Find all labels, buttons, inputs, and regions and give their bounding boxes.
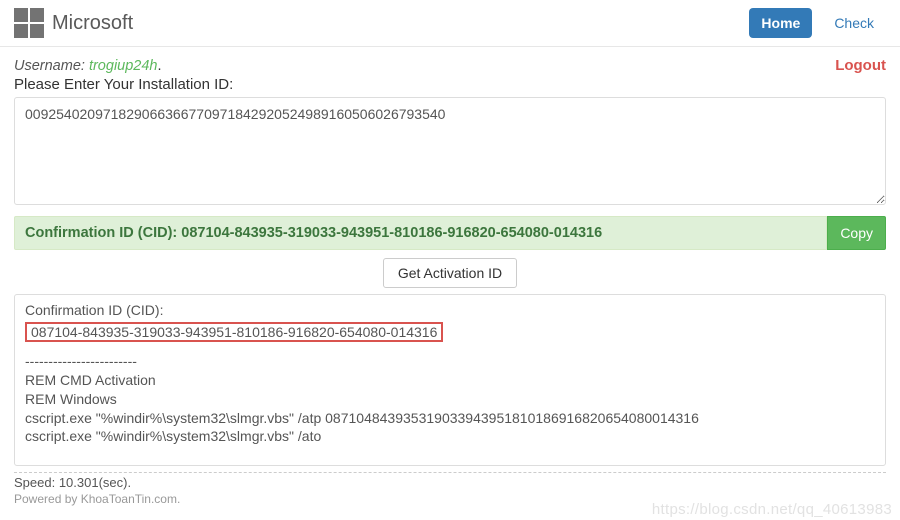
logout-link[interactable]: Logout	[835, 57, 886, 74]
speed-line: Speed: 10.301(sec).	[14, 472, 886, 490]
username-label: Username:	[14, 58, 89, 74]
cid-label: Confirmation ID (CID):	[25, 225, 181, 241]
user-row: Username: trogiup24h. Logout	[14, 57, 886, 74]
result-cid-label: Confirmation ID (CID):	[25, 301, 875, 320]
result-cmd2: cscript.exe "%windir%\system32\slmgr.vbs…	[25, 427, 875, 446]
brand: Microsoft	[14, 8, 133, 38]
nav-check-link[interactable]: Check	[822, 8, 886, 38]
username-display: Username: trogiup24h.	[14, 58, 162, 74]
iid-prompt: Please Enter Your Installation ID:	[14, 76, 886, 93]
result-cmd1: cscript.exe "%windir%\system32\slmgr.vbs…	[25, 409, 875, 428]
confirmation-id-message: Confirmation ID (CID): 087104-843935-319…	[14, 216, 827, 250]
main-container: Username: trogiup24h. Logout Please Ente…	[0, 47, 900, 512]
copy-button[interactable]: Copy	[827, 216, 886, 250]
result-output[interactable]: Confirmation ID (CID): 087104-843935-319…	[14, 294, 886, 466]
brand-name: Microsoft	[52, 12, 133, 35]
confirmation-id-bar: Confirmation ID (CID): 087104-843935-319…	[14, 216, 886, 250]
nav-home-button[interactable]: Home	[749, 8, 812, 38]
username-value: trogiup24h	[89, 58, 158, 74]
powered-by: Powered by KhoaToanTin.com.	[14, 492, 886, 506]
get-activation-row: Get Activation ID	[14, 258, 886, 288]
result-cid-highlight: 087104-843935-319033-943951-810186-91682…	[25, 322, 443, 342]
result-rem2: REM Windows	[25, 390, 875, 409]
microsoft-logo-icon	[14, 8, 44, 38]
result-rem1: REM CMD Activation	[25, 371, 875, 390]
result-separator: ------------------------	[25, 352, 875, 371]
nav-right: Home Check	[749, 8, 886, 38]
navbar: Microsoft Home Check	[0, 0, 900, 47]
username-suffix: .	[157, 58, 161, 74]
cid-value: 087104-843935-319033-943951-810186-91682…	[181, 225, 602, 241]
installation-id-input[interactable]	[14, 97, 886, 205]
get-activation-id-button[interactable]: Get Activation ID	[383, 258, 517, 288]
